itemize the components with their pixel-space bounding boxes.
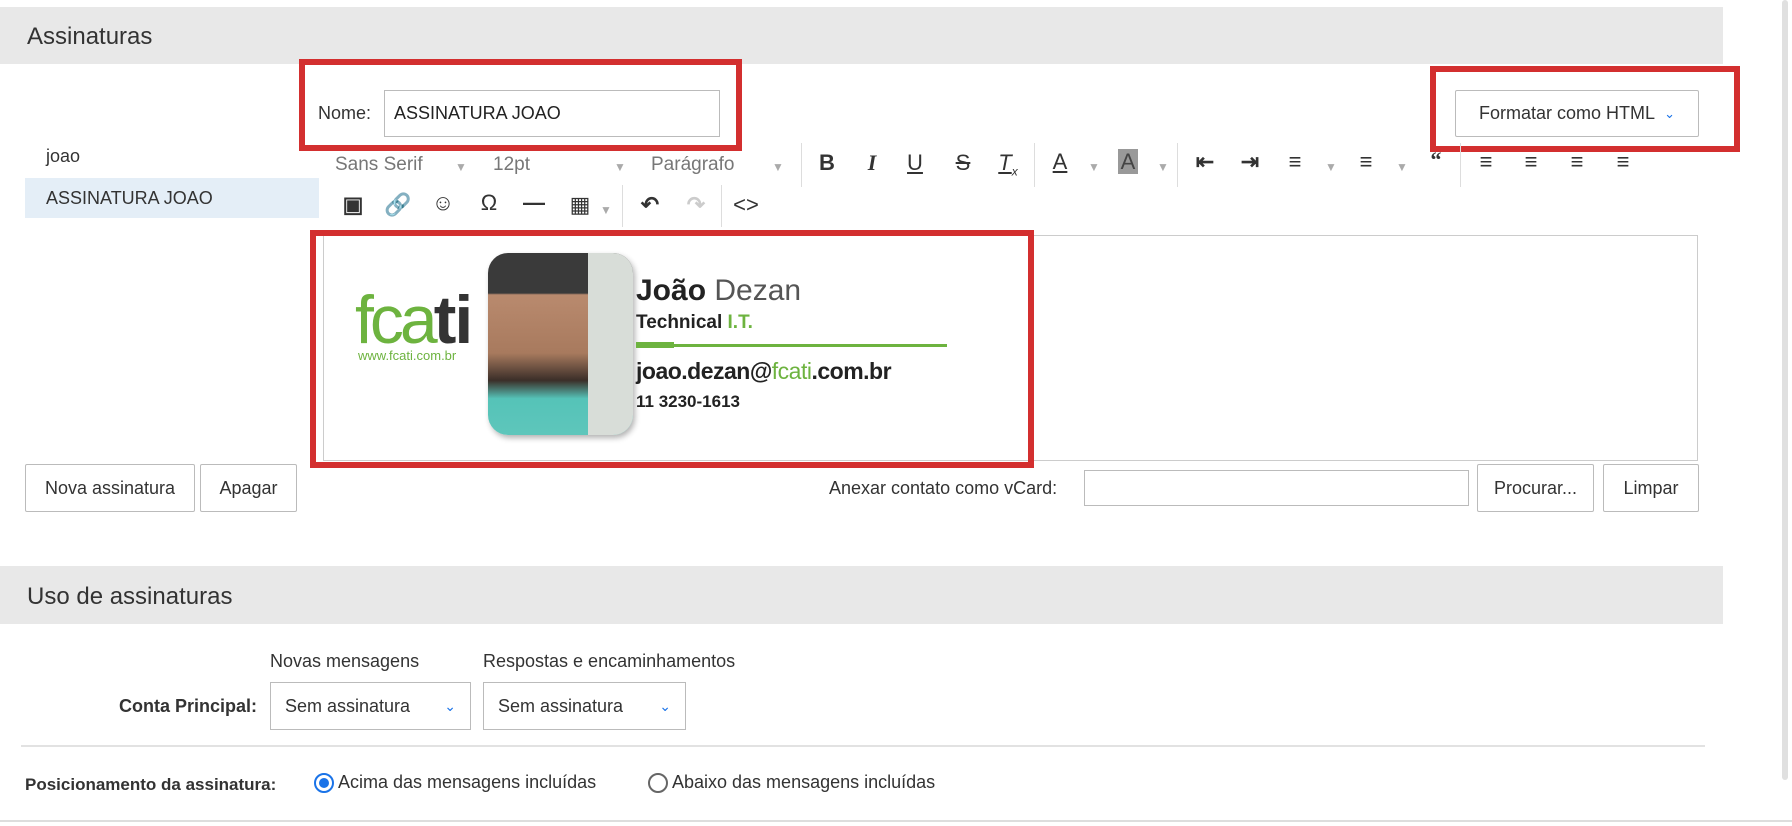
table-icon[interactable]: ▦ xyxy=(565,192,595,218)
radio-checked-icon xyxy=(314,772,334,793)
radio-below[interactable]: Abaixo das mensagens incluídas xyxy=(648,772,935,793)
clear-format-icon[interactable]: Tx xyxy=(993,150,1023,178)
scrollbar[interactable] xyxy=(1782,0,1788,780)
numbered-list-icon[interactable]: ≡ xyxy=(1351,149,1381,175)
toolbar-separator xyxy=(1177,143,1178,187)
person-phone: 11 3230-1613 xyxy=(636,392,740,411)
signature-list: joao ASSINATURA JOAO xyxy=(25,140,319,220)
browse-button[interactable]: Procurar... xyxy=(1477,464,1594,512)
list-item-selected[interactable]: ASSINATURA JOAO xyxy=(25,178,319,218)
align-justify-icon[interactable]: ≡ xyxy=(1608,149,1638,175)
account-label: Conta Principal: xyxy=(119,696,258,716)
divider-accent xyxy=(636,342,674,348)
usage-title: Uso de assinaturas xyxy=(27,583,233,610)
italic-icon[interactable]: I xyxy=(857,150,887,176)
avatar xyxy=(488,253,633,435)
list-item[interactable]: joao xyxy=(25,140,319,176)
redo-icon[interactable]: ↷ xyxy=(681,192,711,218)
blockquote-icon[interactable]: “ xyxy=(1421,147,1451,173)
signature-card: fcati www.fcati.com.br João Dezan Techni… xyxy=(326,244,964,440)
source-code-icon[interactable]: <> xyxy=(731,192,761,218)
vcard-input[interactable] xyxy=(1084,470,1469,506)
usage-header: Uso de assinaturas xyxy=(0,566,1723,624)
radio-above[interactable]: Acima das mensagens incluídas xyxy=(314,772,596,793)
chevron-down-icon: ▼ xyxy=(1325,160,1337,174)
outdent-icon[interactable]: ⇤ xyxy=(1190,149,1220,175)
person-email: joao.dezan@fcati.com.br xyxy=(636,358,892,384)
chevron-down-icon: ▼ xyxy=(600,203,612,217)
section-divider xyxy=(21,745,1705,747)
new-signature-button[interactable]: Nova assinatura xyxy=(25,464,195,512)
horizontal-rule-icon[interactable]: — xyxy=(519,190,549,216)
vcard-label: Anexar contato como vCard: xyxy=(829,478,1058,498)
column-new-messages: Novas mensagens xyxy=(270,651,420,671)
chevron-down-icon: ▼ xyxy=(614,160,626,174)
align-center-icon[interactable]: ≡ xyxy=(1516,149,1546,175)
new-messages-select[interactable]: Sem assinatura ⌄ xyxy=(270,682,471,730)
person-role: Technical I.T. xyxy=(636,312,753,333)
toolbar-separator xyxy=(801,143,802,187)
chevron-down-icon: ⌄ xyxy=(444,697,456,714)
image-icon[interactable]: ▣ xyxy=(338,192,368,218)
name-label: Nome: xyxy=(318,103,372,123)
font-family-select[interactable]: Sans Serif xyxy=(335,154,423,176)
chevron-down-icon: ⌄ xyxy=(1664,105,1675,121)
name-input[interactable]: ASSINATURA JOAO xyxy=(384,90,720,137)
toolbar-separator xyxy=(1460,143,1461,187)
special-char-icon[interactable]: Ω xyxy=(474,190,504,216)
strikethrough-icon[interactable]: S xyxy=(948,150,978,176)
chevron-down-icon: ▼ xyxy=(1088,160,1100,174)
bullet-list-icon[interactable]: ≡ xyxy=(1280,149,1310,175)
person-name: João Dezan xyxy=(636,274,802,307)
underline-icon[interactable]: U xyxy=(900,150,930,176)
font-size-select[interactable]: 12pt xyxy=(493,154,530,176)
column-replies: Respostas e encaminhamentos xyxy=(483,651,736,671)
chevron-down-icon: ▼ xyxy=(1157,160,1169,174)
chevron-down-icon: ▼ xyxy=(1396,160,1408,174)
undo-icon[interactable]: ↶ xyxy=(635,192,665,218)
text-color-icon[interactable]: A xyxy=(1045,149,1075,175)
bold-icon[interactable]: B xyxy=(812,150,842,176)
toolbar-separator xyxy=(1034,143,1035,187)
radio-unchecked-icon xyxy=(648,772,668,793)
toolbar-separator xyxy=(622,185,623,227)
toolbar-separator xyxy=(721,185,722,227)
signatures-title: Assinaturas xyxy=(27,23,153,50)
replies-select[interactable]: Sem assinatura ⌄ xyxy=(483,682,686,730)
bottom-border xyxy=(0,820,1792,822)
link-icon[interactable]: 🔗 xyxy=(383,192,413,218)
signatures-header: Assinaturas xyxy=(0,7,1723,64)
indent-icon[interactable]: ⇥ xyxy=(1235,149,1265,175)
brand-url: www.fcati.com.br xyxy=(358,348,457,363)
chevron-down-icon: ▼ xyxy=(455,160,467,174)
delete-signature-button[interactable]: Apagar xyxy=(200,464,297,512)
position-label: Posicionamento da assinatura: xyxy=(25,775,277,794)
align-left-icon[interactable]: ≡ xyxy=(1471,149,1501,175)
clear-button[interactable]: Limpar xyxy=(1603,464,1699,512)
paragraph-select[interactable]: Parágrafo xyxy=(651,154,734,176)
format-html-button[interactable]: Formatar como HTML ⌄ xyxy=(1455,90,1699,137)
align-right-icon[interactable]: ≡ xyxy=(1562,149,1592,175)
background-color-icon[interactable]: A xyxy=(1113,149,1143,175)
chevron-down-icon: ▼ xyxy=(772,160,784,174)
divider-line xyxy=(636,344,947,347)
chevron-down-icon: ⌄ xyxy=(659,697,671,714)
emoji-icon[interactable]: ☺ xyxy=(428,190,458,216)
